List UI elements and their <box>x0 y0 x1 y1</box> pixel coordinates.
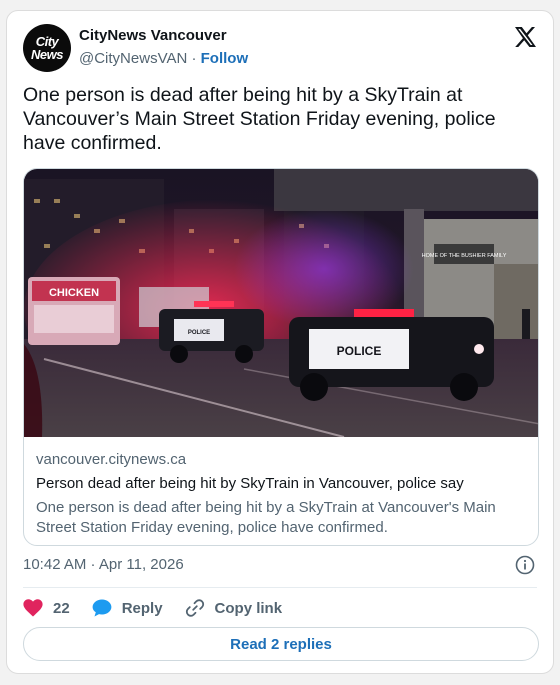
link-domain[interactable]: vancouver.citynews.ca <box>36 450 526 470</box>
reply-button[interactable]: Reply <box>92 599 163 617</box>
like-button[interactable]: 22 <box>23 599 70 617</box>
police-text-small: POLICE <box>188 330 210 336</box>
reply-label: Reply <box>121 599 163 617</box>
action-bar: 22 Reply Copy link <box>23 596 304 620</box>
read-replies-button[interactable]: Read 2 replies <box>23 627 539 661</box>
embedded-post-card: City News CityNews Vancouver @CityNewsVA… <box>6 10 554 674</box>
speech-bubble-icon <box>92 599 112 617</box>
copy-link-button[interactable]: Copy link <box>185 598 283 618</box>
divider <box>23 587 537 588</box>
post-text: One person is dead after being hit by a … <box>23 84 496 154</box>
info-icon[interactable] <box>515 555 535 575</box>
account-handle[interactable]: @CityNewsVAN <box>79 50 187 67</box>
link-preview-card[interactable]: HOME OF THE BUSHIER FAMILY CHICKEN POLIC… <box>23 168 539 546</box>
post-timestamp[interactable]: 10:42 AM · Apr 11, 2026 <box>23 556 184 573</box>
link-title[interactable]: Person dead after being hit by SkyTrain … <box>36 474 526 494</box>
link-description: One person is dead after being hit by a … <box>36 499 496 536</box>
avatar-text-news: News <box>31 47 63 62</box>
follow-button[interactable]: Follow <box>201 50 249 67</box>
x-logo-icon[interactable] <box>513 25 537 49</box>
avatar[interactable]: City News <box>23 24 71 72</box>
link-icon <box>185 599 204 617</box>
link-meta: vancouver.citynews.ca Person dead after … <box>36 450 526 538</box>
handle-row: @CityNewsVAN · Follow <box>79 50 248 67</box>
separator-dot: · <box>187 50 201 67</box>
heart-icon <box>23 599 43 617</box>
station-sign-text: HOME OF THE BUSHIER FAMILY <box>422 253 507 259</box>
copy-link-label: Copy link <box>214 599 283 617</box>
account-name[interactable]: CityNews Vancouver <box>79 27 227 44</box>
news-photo: HOME OF THE BUSHIER FAMILY CHICKEN POLIC… <box>24 169 538 437</box>
post-header: City News CityNews Vancouver @CityNewsVA… <box>23 23 537 73</box>
like-count: 22 <box>53 599 70 617</box>
bus-sign-text: CHICKEN <box>49 287 99 299</box>
police-text: POLICE <box>337 344 382 358</box>
